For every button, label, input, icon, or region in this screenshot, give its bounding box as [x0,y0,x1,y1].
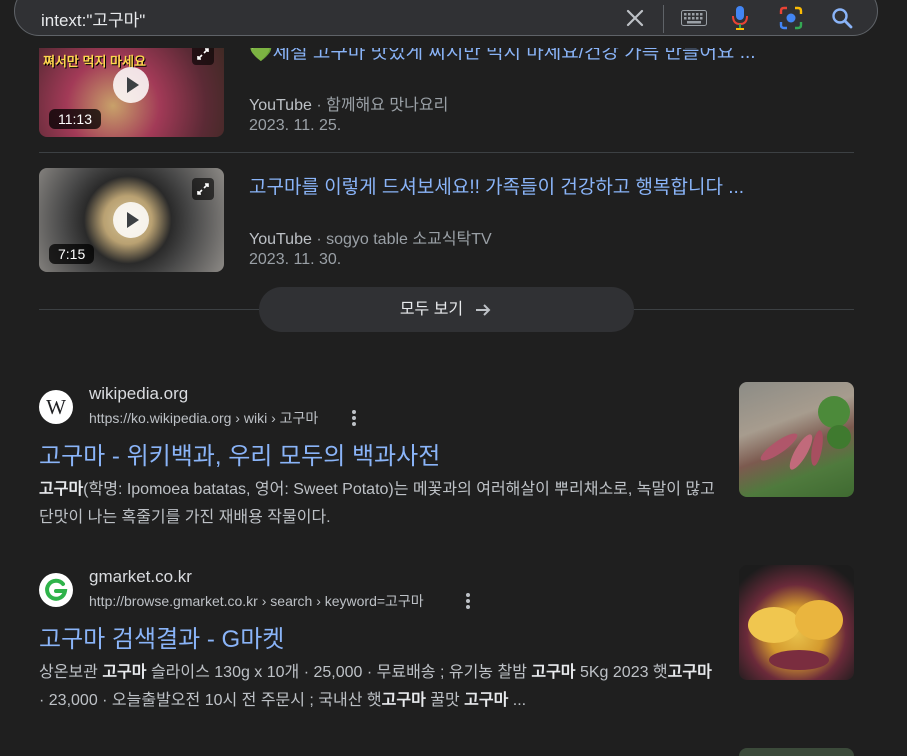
result-snippet: 상온보관 고구마 슬라이스 130g x 10개 · 25,000 · 무료배송… [39,664,712,709]
more-options-icon[interactable] [352,410,356,428]
video-duration: 11:13 [49,109,101,129]
lens-icon[interactable] [779,6,803,35]
site-name[interactable]: wikipedia.org [89,384,188,404]
video-channel: sogyo table 소교식탁TV [326,231,492,248]
video-duration: 7:15 [49,244,95,264]
video-platform: YouTube [249,97,312,114]
keyboard-icon[interactable] [681,10,707,31]
gmarket-favicon-icon [39,573,73,607]
divider [39,152,854,153]
see-all-button[interactable]: 모두 보기 [259,287,634,332]
result-title[interactable]: 고구마 검색결과 - G마켓 [39,619,284,654]
clear-icon[interactable] [625,8,645,33]
expand-icon[interactable] [192,178,214,200]
top-bar: intext:"고구마" [0,0,907,48]
video-date-2: 2023. 11. 30. [249,251,342,268]
video-date-1: 2023. 11. 25. [249,117,342,134]
result-thumbnail[interactable] [739,565,854,680]
video-result-2[interactable]: 7:15 고구마를 이렇게 드셔보세요!! 가족들이 건강하고 행복합니다 ..… [39,168,854,272]
site-name[interactable]: gmarket.co.kr [89,567,192,587]
play-icon[interactable] [113,67,149,103]
video-title-2[interactable]: 고구마를 이렇게 드셔보세요!! 가족들이 건강하고 행복합니다 ... [249,172,744,199]
result-thumbnail-partial [739,748,854,756]
search-icon[interactable] [831,7,853,34]
result-thumbnail[interactable] [739,382,854,497]
see-all-label: 모두 보기 [399,301,464,318]
video-source-2: YouTube · sogyo table 소교식탁TV [249,231,492,248]
video-source-1: YouTube · 함께해요 맛나요리 [249,97,449,114]
site-url[interactable]: https://ko.wikipedia.org › wiki › 고구마 [89,408,318,428]
more-options-icon[interactable] [466,593,470,611]
result-snippet: 고구마(학명: Ipomoea batatas, 영어: Sweet Potat… [39,481,715,526]
search-result-gmarket: gmarket.co.kr http://browse.gmarket.co.k… [39,565,854,712]
search-box[interactable]: intext:"고구마" [14,0,878,36]
video-result-1[interactable]: 쪄서만 먹지 마세요 11:13 💚제철 고구마 맛있게 찌지만 먹지 마세요/… [39,33,854,137]
video-thumbnail-1[interactable]: 쪄서만 먹지 마세요 11:13 [39,33,224,137]
play-icon[interactable] [113,202,149,238]
result-title[interactable]: 고구마 - 위키백과, 우리 모두의 백과사전 [39,436,440,471]
wikipedia-favicon-icon: W [39,390,73,424]
search-input[interactable]: intext:"고구마" [41,6,145,31]
microphone-icon[interactable] [731,5,749,36]
site-url[interactable]: http://browse.gmarket.co.kr › search › k… [89,591,424,611]
arrow-right-icon [476,304,491,316]
video-platform: YouTube [249,231,312,248]
video-thumbnail-2[interactable]: 7:15 [39,168,224,272]
search-result-wikipedia: W wikipedia.org https://ko.wikipedia.org… [39,382,854,526]
video-channel: 함께해요 맛나요리 [326,97,449,114]
search-divider [663,5,664,33]
